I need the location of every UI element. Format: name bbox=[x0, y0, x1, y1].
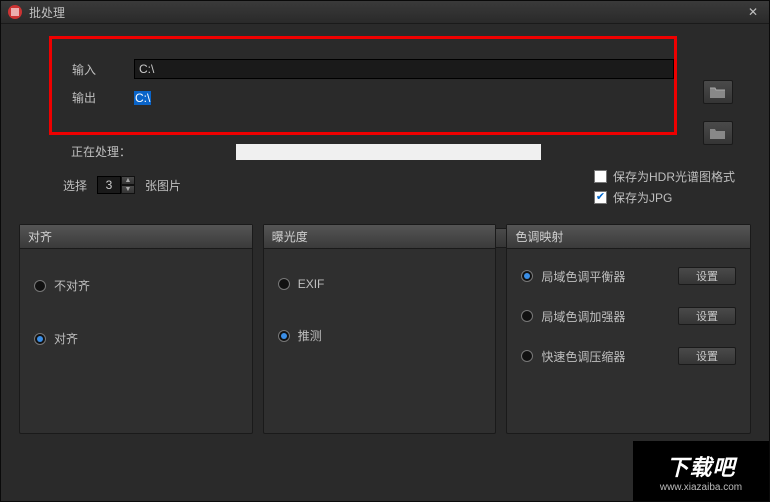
exif-label: EXIF bbox=[298, 277, 325, 291]
exposure-panel: 曝光度 EXIF 推测 bbox=[263, 224, 497, 434]
image-count-input[interactable] bbox=[97, 176, 121, 194]
input-label: 输入 bbox=[72, 61, 134, 78]
exif-radio[interactable] bbox=[278, 278, 290, 290]
watermark-text: 下载吧 bbox=[666, 450, 735, 482]
tonemap-balance-radio[interactable] bbox=[521, 270, 533, 282]
window-title: 批处理 bbox=[29, 4, 743, 21]
input-path-field[interactable] bbox=[134, 59, 674, 79]
tonemap-enhance-settings-button[interactable]: 设置 bbox=[678, 307, 736, 325]
processing-label: 正在处理： bbox=[71, 143, 236, 160]
tonemap-panel: 色调映射 局域色调平衡器 设置 局域色调加强器 bbox=[506, 224, 751, 434]
save-jpg-label: 保存为JPG bbox=[613, 189, 672, 206]
close-icon[interactable]: ✕ bbox=[743, 5, 763, 19]
guess-label: 推测 bbox=[298, 327, 322, 344]
tonemap-enhance-radio[interactable] bbox=[521, 310, 533, 322]
image-count-spinner: ▲ ▼ bbox=[97, 176, 135, 194]
browse-output-button[interactable] bbox=[703, 121, 733, 145]
tonemap-fast-label: 快速色调压缩器 bbox=[541, 348, 625, 365]
save-hdr-checkbox[interactable] bbox=[594, 170, 607, 183]
highlighted-region: 输入 输出 C:\ bbox=[49, 36, 677, 135]
select-suffix: 张图片 bbox=[145, 177, 181, 194]
guess-radio[interactable] bbox=[278, 330, 290, 342]
tonemap-balance-settings-button[interactable]: 设置 bbox=[678, 267, 736, 285]
align-on-label: 对齐 bbox=[54, 330, 78, 347]
app-icon bbox=[7, 4, 23, 20]
align-panel-title: 对齐 bbox=[20, 225, 252, 249]
browse-input-button[interactable] bbox=[703, 80, 733, 104]
save-hdr-label: 保存为HDR光谱图格式 bbox=[613, 168, 735, 185]
tonemap-balance-label: 局域色调平衡器 bbox=[541, 268, 625, 285]
exposure-panel-title: 曝光度 bbox=[264, 225, 496, 249]
output-path-field[interactable]: C:\ bbox=[134, 91, 151, 105]
tonemap-fast-settings-button[interactable]: 设置 bbox=[678, 347, 736, 365]
align-panel: 对齐 不对齐 对齐 bbox=[19, 224, 253, 434]
align-none-radio[interactable] bbox=[34, 280, 46, 292]
titlebar: 批处理 ✕ bbox=[1, 1, 769, 24]
watermark: 下载吧 www.xiazaiba.com bbox=[633, 441, 769, 501]
align-on-radio[interactable] bbox=[34, 333, 46, 345]
output-label: 输出 bbox=[72, 89, 134, 106]
spinner-down-button[interactable]: ▼ bbox=[121, 185, 135, 194]
select-label: 选择 bbox=[63, 177, 87, 194]
batch-window: 批处理 ✕ 输入 输出 C:\ 正在处理： bbox=[0, 0, 770, 502]
spinner-up-button[interactable]: ▲ bbox=[121, 176, 135, 185]
align-none-label: 不对齐 bbox=[54, 277, 90, 294]
tonemap-enhance-label: 局域色调加强器 bbox=[541, 308, 625, 325]
progress-bar bbox=[236, 144, 541, 160]
tonemap-fast-radio[interactable] bbox=[521, 350, 533, 362]
tonemap-panel-title: 色调映射 bbox=[507, 225, 750, 249]
save-jpg-checkbox[interactable]: ✔ bbox=[594, 191, 607, 204]
watermark-url: www.xiazaiba.com bbox=[660, 482, 742, 493]
